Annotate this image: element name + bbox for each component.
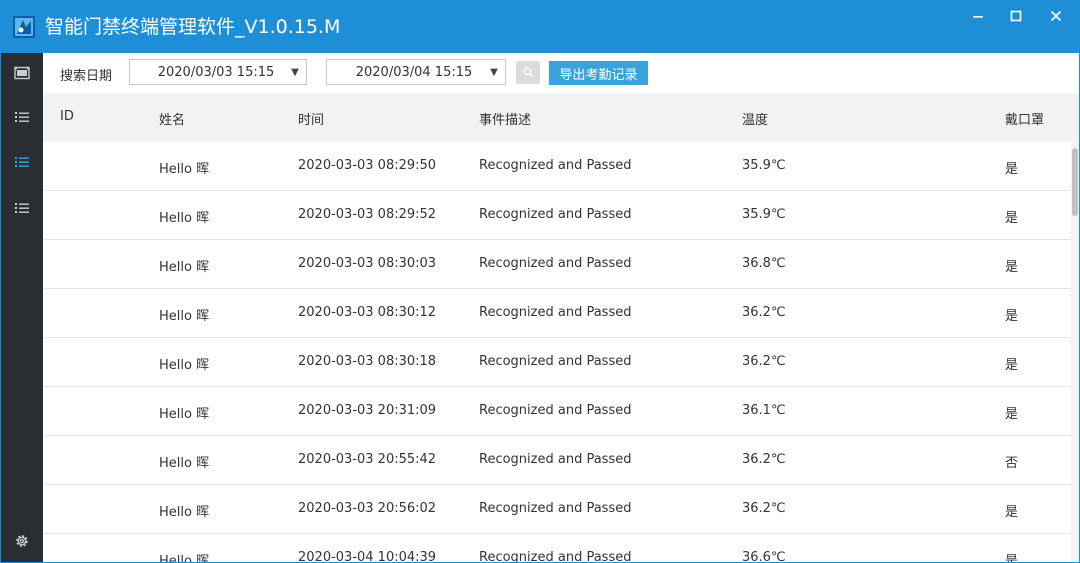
- sidebar: [1, 53, 43, 562]
- dropdown-arrow-icon: ▼: [291, 66, 299, 78]
- end-date-value: 2020/03/04 15:15: [355, 64, 473, 80]
- export-attendance-button[interactable]: 导出考勤记录: [549, 61, 648, 85]
- app-logo-icon: [13, 16, 35, 38]
- cell-name: Hello 晖: [159, 456, 210, 471]
- gear-icon: [16, 535, 28, 547]
- column-header-id[interactable]: ID: [60, 109, 74, 124]
- list-icon: [15, 203, 29, 213]
- cell-temperature: 36.8℃: [742, 256, 786, 271]
- cell-time: 2020-03-03 08:30:03: [298, 256, 437, 271]
- cell-temperature: 35.9℃: [742, 158, 786, 173]
- app-window: 智能门禁终端管理软件_V1.0.15.M 搜索日期 2020/03/03 15:…: [0, 0, 1080, 563]
- cell-time: 2020-03-03 20:31:09: [298, 403, 437, 418]
- close-button[interactable]: [1037, 5, 1075, 27]
- maximize-icon: [1010, 10, 1022, 22]
- table-row[interactable]: Hello 晖 2020-03-03 20:56:02 Recognized a…: [43, 485, 1071, 534]
- cell-name: Hello 晖: [159, 260, 210, 275]
- cell-temperature: 36.2℃: [742, 501, 786, 516]
- cell-time: 2020-03-03 08:29:50: [298, 158, 437, 173]
- table-body: Hello 晖 2020-03-03 08:29:50 Recognized a…: [43, 142, 1071, 563]
- table-row[interactable]: Hello 晖 2020-03-03 08:30:12 Recognized a…: [43, 289, 1071, 338]
- cell-event: Recognized and Passed: [479, 158, 632, 173]
- column-header-name[interactable]: 姓名: [159, 109, 185, 128]
- sidebar-item-settings[interactable]: [1, 523, 43, 559]
- cell-mask: 是: [1005, 162, 1019, 177]
- cell-time: 2020-03-03 08:30:18: [298, 354, 437, 369]
- cell-temperature: 36.1℃: [742, 403, 786, 418]
- search-icon: [523, 67, 533, 78]
- cell-time: 2020-03-03 08:30:12: [298, 305, 437, 320]
- table-row[interactable]: Hello 晖 2020-03-03 08:30:03 Recognized a…: [43, 240, 1071, 289]
- cell-name: Hello 晖: [159, 162, 210, 177]
- cell-name: Hello 晖: [159, 407, 210, 422]
- cell-event: Recognized and Passed: [479, 305, 632, 320]
- cell-name: Hello 晖: [159, 358, 210, 373]
- cell-temperature: 35.9℃: [742, 207, 786, 222]
- cell-event: Recognized and Passed: [479, 501, 632, 516]
- window-title: 智能门禁终端管理软件_V1.0.15.M: [45, 16, 341, 38]
- cell-name: Hello 晖: [159, 309, 210, 324]
- column-header-mask[interactable]: 戴口罩: [1005, 109, 1044, 128]
- cell-name: Hello 晖: [159, 211, 210, 226]
- records-table: ID 姓名 时间 事件描述 温度 戴口罩 Hello 晖 2020-03-03 …: [43, 93, 1079, 563]
- cell-event: Recognized and Passed: [479, 452, 632, 467]
- cell-mask: 是: [1005, 358, 1019, 373]
- cell-event: Recognized and Passed: [479, 403, 632, 418]
- cell-event: Recognized and Passed: [479, 550, 632, 563]
- search-toolbar: 搜索日期 2020/03/03 15:15 ▼ 2020/03/04 15:15…: [43, 53, 1079, 93]
- cell-mask: 否: [1005, 456, 1019, 471]
- minimize-button[interactable]: [959, 5, 997, 27]
- sidebar-item-list-3[interactable]: [1, 190, 43, 226]
- cell-mask: 是: [1005, 309, 1019, 324]
- cell-name: Hello 晖: [159, 505, 210, 520]
- cell-temperature: 36.2℃: [742, 305, 786, 320]
- minimize-icon: [973, 16, 983, 18]
- table-row[interactable]: Hello 晖 2020-03-03 08:29:50 Recognized a…: [43, 142, 1071, 191]
- vertical-scrollbar[interactable]: [1071, 142, 1079, 562]
- cell-event: Recognized and Passed: [479, 207, 632, 222]
- table-row[interactable]: Hello 晖 2020-03-03 08:29:52 Recognized a…: [43, 191, 1071, 240]
- table-header: ID 姓名 时间 事件描述 温度 戴口罩: [43, 93, 1079, 142]
- sidebar-item-list-2-active[interactable]: [1, 144, 43, 180]
- sidebar-item-list-1[interactable]: [1, 99, 43, 135]
- column-header-time[interactable]: 时间: [298, 109, 324, 128]
- cell-event: Recognized and Passed: [479, 256, 632, 271]
- search-date-label: 搜索日期: [60, 69, 113, 84]
- list-icon: [15, 157, 29, 167]
- cell-name: Hello 晖: [159, 554, 210, 563]
- cell-mask: 是: [1005, 554, 1019, 563]
- list-icon: [15, 112, 29, 122]
- cell-time: 2020-03-03 20:56:02: [298, 501, 437, 516]
- sidebar-item-monitor[interactable]: [1, 55, 43, 91]
- cell-mask: 是: [1005, 407, 1019, 422]
- table-row[interactable]: Hello 晖 2020-03-03 20:55:42 Recognized a…: [43, 436, 1071, 485]
- start-date-select[interactable]: 2020/03/03 15:15 ▼: [129, 59, 307, 85]
- end-date-select[interactable]: 2020/03/04 15:15 ▼: [326, 59, 506, 85]
- cell-temperature: 36.2℃: [742, 452, 786, 467]
- cell-temperature: 36.6℃: [742, 550, 786, 563]
- cell-temperature: 36.2℃: [742, 354, 786, 369]
- cell-mask: 是: [1005, 211, 1019, 226]
- maximize-button[interactable]: [997, 5, 1035, 27]
- scrollbar-thumb[interactable]: [1072, 148, 1078, 216]
- video-monitor-icon: [14, 66, 30, 80]
- close-icon: [1050, 10, 1062, 22]
- cell-mask: 是: [1005, 505, 1019, 520]
- table-row[interactable]: Hello 晖 2020-03-04 10:04:39 Recognized a…: [43, 534, 1071, 563]
- table-row[interactable]: Hello 晖 2020-03-03 20:31:09 Recognized a…: [43, 387, 1071, 436]
- cell-time: 2020-03-03 08:29:52: [298, 207, 437, 222]
- start-date-value: 2020/03/03 15:15: [157, 64, 275, 80]
- search-button[interactable]: [516, 61, 540, 84]
- column-header-temperature[interactable]: 温度: [742, 109, 768, 128]
- dropdown-arrow-icon: ▼: [490, 66, 498, 78]
- cell-mask: 是: [1005, 260, 1019, 275]
- cell-event: Recognized and Passed: [479, 354, 632, 369]
- column-header-event[interactable]: 事件描述: [479, 109, 531, 128]
- cell-time: 2020-03-04 10:04:39: [298, 550, 437, 563]
- cell-time: 2020-03-03 20:55:42: [298, 452, 437, 467]
- title-bar[interactable]: 智能门禁终端管理软件_V1.0.15.M: [1, 1, 1079, 53]
- table-row[interactable]: Hello 晖 2020-03-03 08:30:18 Recognized a…: [43, 338, 1071, 387]
